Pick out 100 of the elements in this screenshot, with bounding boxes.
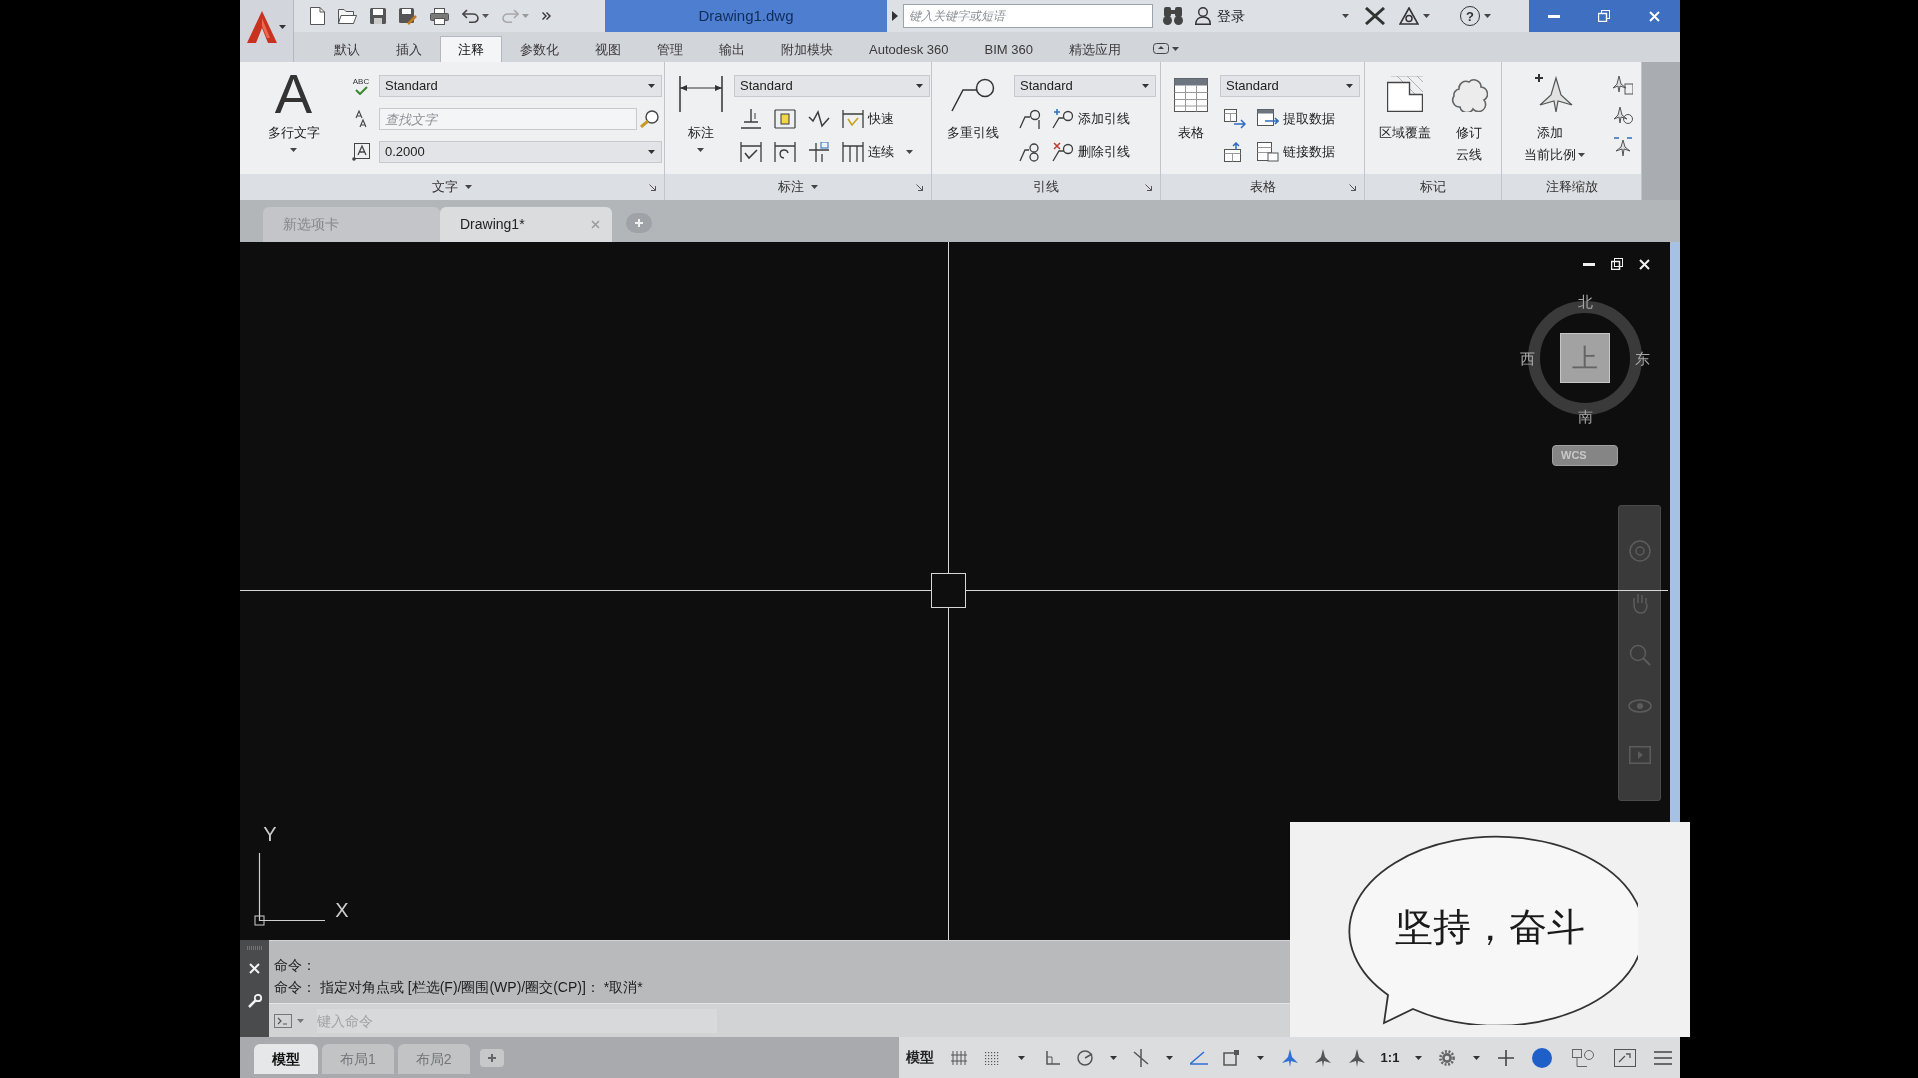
add-current-scale-button[interactable]: 添加 当前比例 bbox=[1506, 62, 1602, 174]
spell-check-button[interactable]: ABC bbox=[346, 77, 376, 95]
plus-icon[interactable] bbox=[1498, 1049, 1514, 1066]
caret-icon[interactable] bbox=[1017, 1055, 1025, 1060]
leader-symbol-icon[interactable] bbox=[1019, 109, 1041, 129]
dimension-symbol-icon[interactable] bbox=[774, 142, 796, 162]
caret-icon[interactable] bbox=[1484, 14, 1491, 18]
scale-figure-icon[interactable] bbox=[1613, 75, 1633, 95]
new-file-icon[interactable] bbox=[310, 7, 325, 25]
new-layout-button[interactable] bbox=[479, 1049, 504, 1067]
compass-label[interactable]: 北 bbox=[1577, 293, 1593, 309]
ribbon-tab[interactable]: 默认 bbox=[316, 36, 378, 62]
grid-icon[interactable] bbox=[950, 1050, 967, 1065]
remove-leader-button[interactable]: 删除引线 bbox=[1052, 142, 1130, 162]
square-snap-icon[interactable] bbox=[1222, 1049, 1239, 1066]
angle-line-icon[interactable] bbox=[1190, 1050, 1208, 1065]
caret-icon[interactable] bbox=[482, 14, 489, 18]
ribbon-tab[interactable]: 参数化 bbox=[502, 36, 577, 62]
leader-symbol-icon[interactable] bbox=[1052, 109, 1074, 129]
ribbon-panel-icon[interactable] bbox=[1152, 43, 1169, 54]
text-height-icon[interactable] bbox=[352, 143, 370, 161]
crossed-lines-icon[interactable] bbox=[1133, 1048, 1149, 1067]
minimize-icon[interactable] bbox=[1583, 262, 1595, 266]
x-mark-icon[interactable] bbox=[1365, 7, 1385, 25]
table-data-icon[interactable] bbox=[1257, 109, 1279, 129]
dimension-symbol-icon[interactable] bbox=[740, 109, 762, 129]
menu-icon[interactable] bbox=[1654, 1050, 1672, 1065]
objects-icon[interactable] bbox=[1572, 1048, 1594, 1067]
right-caret-icon[interactable] bbox=[892, 11, 898, 21]
caret-icon[interactable] bbox=[1415, 1055, 1422, 1060]
ribbon-tab[interactable]: 附加模块 bbox=[763, 36, 851, 62]
undo-icon[interactable] bbox=[462, 9, 479, 23]
model-space-button[interactable]: 模型 bbox=[905, 1047, 934, 1068]
restore-icon[interactable] bbox=[1611, 258, 1623, 270]
revision-cloud-button[interactable]: 修订云线 bbox=[1447, 62, 1491, 174]
leader-symbol-icon[interactable] bbox=[1052, 142, 1074, 162]
multiline-text-button[interactable]: A 多行文字 bbox=[251, 62, 336, 174]
ribbon-tab[interactable]: 输出 bbox=[701, 36, 763, 62]
caret-icon[interactable] bbox=[1171, 46, 1179, 51]
annotation-figure-icon[interactable] bbox=[1315, 1048, 1331, 1067]
launcher-arrow-icon[interactable] bbox=[649, 183, 656, 191]
launcher-arrow-icon[interactable] bbox=[1145, 183, 1152, 191]
double-chevron-icon[interactable] bbox=[542, 12, 551, 20]
gear-icon[interactable] bbox=[1438, 1049, 1455, 1066]
ribbon-tab[interactable]: 管理 bbox=[639, 36, 701, 62]
save-icon[interactable] bbox=[370, 8, 386, 24]
add-leader-button[interactable]: 添加引线 bbox=[1052, 109, 1130, 129]
panel-title-button[interactable]: 标注 bbox=[778, 177, 818, 197]
dimension-button[interactable]: 标注 bbox=[673, 62, 728, 174]
table-data-icon[interactable] bbox=[1257, 142, 1279, 162]
compass-label[interactable]: 西 bbox=[1519, 350, 1535, 366]
leader-style-dropdown[interactable]: Standard bbox=[1014, 75, 1156, 97]
wrench-icon[interactable] bbox=[247, 994, 262, 1008]
ribbon-tab[interactable]: 注释 bbox=[440, 36, 502, 62]
binoculars-icon[interactable] bbox=[1163, 7, 1183, 25]
caret-icon[interactable] bbox=[1165, 1055, 1173, 1060]
ribbon-tab[interactable]: BIM 360 bbox=[966, 36, 1051, 62]
circle-icon[interactable] bbox=[1532, 1047, 1552, 1068]
snap-icon[interactable] bbox=[984, 1050, 1000, 1065]
sign-in-button[interactable]: 登录 bbox=[1195, 5, 1355, 27]
application-menu-button[interactable] bbox=[240, 0, 294, 62]
text-style-dropdown[interactable]: Standard bbox=[379, 75, 662, 97]
table-style-dropdown[interactable]: Standard bbox=[1220, 75, 1360, 97]
continue-dimension-button[interactable]: 连续 bbox=[842, 142, 913, 162]
extract-data-button[interactable]: 提取数据 bbox=[1257, 109, 1335, 129]
polar-icon[interactable] bbox=[1077, 1049, 1093, 1066]
table-button[interactable]: 表格 bbox=[1167, 62, 1215, 174]
annotation-scale-button[interactable]: 1:1 bbox=[1380, 1047, 1400, 1068]
open-folder-icon[interactable] bbox=[338, 8, 357, 24]
scale-figure-icon[interactable] bbox=[1613, 106, 1633, 126]
dimension-style-dropdown[interactable]: Standard bbox=[734, 75, 930, 97]
find-text-field[interactable]: 查找文字 bbox=[379, 108, 637, 130]
leader-symbol-icon[interactable] bbox=[1019, 142, 1041, 162]
command-input-field[interactable]: 键入命令 bbox=[317, 1008, 717, 1033]
table-data-icon[interactable] bbox=[1224, 109, 1246, 129]
annotation-figure-icon[interactable] bbox=[1349, 1048, 1365, 1067]
ribbon-tab[interactable]: 视图 bbox=[577, 36, 639, 62]
caret-icon[interactable] bbox=[1472, 1055, 1480, 1060]
wipeout-button[interactable]: 区域覆盖 bbox=[1369, 62, 1441, 174]
launcher-arrow-icon[interactable] bbox=[1349, 183, 1356, 191]
ribbon-tab[interactable]: 插入 bbox=[378, 36, 440, 62]
triangle-logo-icon[interactable] bbox=[1399, 7, 1419, 25]
text-height-dropdown[interactable]: 0.2000 bbox=[379, 141, 662, 163]
caret-icon[interactable] bbox=[1256, 1055, 1264, 1060]
compass-label[interactable]: 东 bbox=[1634, 350, 1650, 366]
scale-figure-icon[interactable] bbox=[1613, 137, 1633, 157]
command-prompt-icon[interactable] bbox=[274, 1013, 292, 1028]
dimension-symbol-icon[interactable] bbox=[808, 142, 830, 162]
quick-dimension-button[interactable]: 快速 bbox=[842, 109, 894, 129]
link-data-button[interactable]: 链接数据 bbox=[1257, 142, 1335, 162]
multileader-button[interactable]: 多重引线 bbox=[939, 62, 1007, 174]
ribbon-tab[interactable]: Autodesk 360 bbox=[851, 36, 967, 62]
dimension-symbol-icon[interactable] bbox=[808, 109, 830, 129]
ortho-icon[interactable] bbox=[1045, 1050, 1060, 1065]
ribbon-tab[interactable]: 精选应用 bbox=[1050, 36, 1139, 62]
compass-label[interactable]: 南 bbox=[1577, 408, 1593, 424]
search-field[interactable]: 键入关键字或短语 bbox=[903, 4, 1153, 28]
find-magnifier-icon[interactable] bbox=[639, 110, 660, 128]
panel-title-button[interactable]: 文字 bbox=[432, 177, 472, 197]
save-as-icon[interactable] bbox=[399, 7, 417, 25]
